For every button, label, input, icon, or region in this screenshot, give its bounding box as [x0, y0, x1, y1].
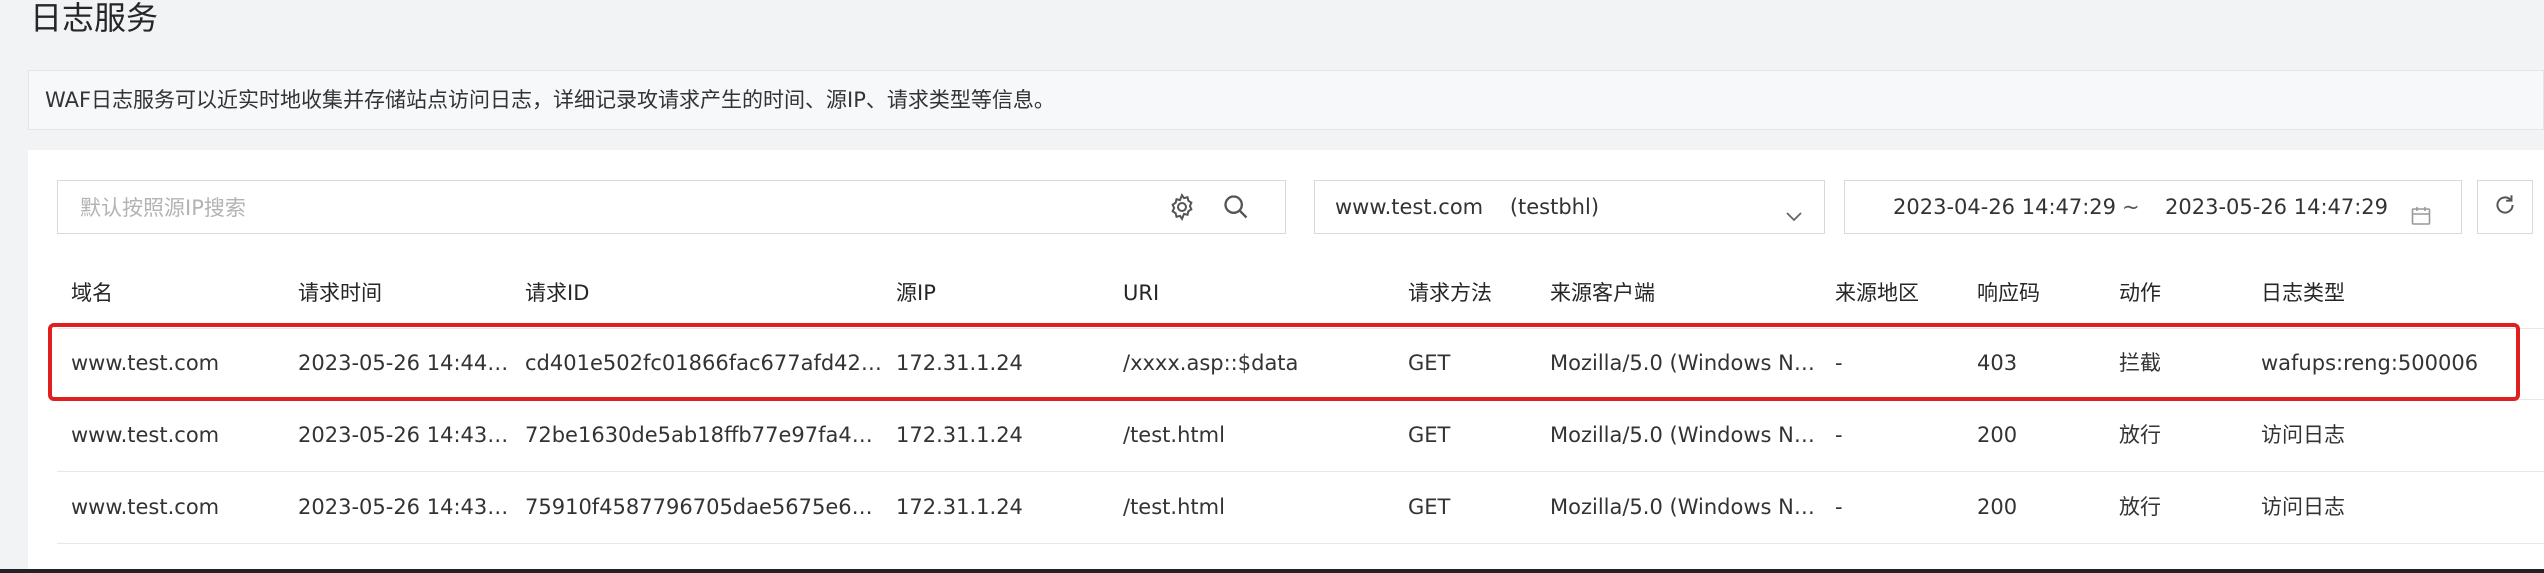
- cell-status-code: 403: [1977, 351, 2018, 375]
- cell-source-ip: 172.31.1.24: [896, 423, 1023, 447]
- column-header-domain: 域名: [71, 281, 113, 305]
- date-start[interactable]: 2023-04-26 14:47:29: [1893, 181, 2116, 233]
- column-header-uri: URI: [1123, 281, 1160, 305]
- table-header: 域名 请求时间 请求ID 源IP URI 请求方法 来源客户端 来源地区 响应码…: [57, 258, 2544, 329]
- info-banner-text: WAF日志服务可以近实时地收集并存储站点访问日志，详细记录攻请求产生的时间、源I…: [45, 88, 1055, 112]
- column-header-log-type: 日志类型: [2261, 281, 2345, 305]
- table-row[interactable]: www.test.com 2023-05-26 14:43:37 72be163…: [57, 400, 2544, 472]
- cell-client: Mozilla/5.0 (Windows NT…: [1550, 495, 1825, 519]
- refresh-button[interactable]: [2477, 180, 2533, 234]
- page-title: 日志服务: [30, 0, 159, 37]
- date-separator: ~: [2122, 195, 2140, 219]
- cell-request-id: 75910f4587796705dae5675e614…: [525, 495, 885, 519]
- table-row[interactable]: www.test.com 2023-05-26 14:43:23 75910f4…: [57, 472, 2544, 544]
- domain-select-value: www.test.com (testbhl): [1335, 195, 1600, 219]
- calendar-icon[interactable]: [2409, 195, 2433, 247]
- column-header-source-ip: 源IP: [896, 281, 936, 305]
- cell-client: Mozilla/5.0 (Windows NT…: [1550, 351, 1825, 375]
- refresh-icon: [2492, 192, 2518, 222]
- info-banner: WAF日志服务可以近实时地收集并存储站点访问日志，详细记录攻请求产生的时间、源I…: [28, 70, 2544, 130]
- cell-method: GET: [1408, 423, 1451, 447]
- cell-method: GET: [1408, 495, 1451, 519]
- cell-log-type: 访问日志: [2261, 495, 2345, 519]
- column-header-request-time: 请求时间: [298, 281, 382, 305]
- cell-region: -: [1835, 351, 1843, 375]
- cell-uri: /xxxx.asp::$data: [1123, 351, 1299, 375]
- cell-request-time: 2023-05-26 14:44:54: [298, 351, 513, 375]
- column-header-action: 动作: [2119, 281, 2161, 305]
- cell-client: Mozilla/5.0 (Windows NT…: [1550, 423, 1825, 447]
- column-header-method: 请求方法: [1408, 281, 1492, 305]
- gear-icon[interactable]: [1164, 189, 1200, 225]
- cell-request-id: 72be1630de5ab18ffb77e97fa4e9…: [525, 423, 885, 447]
- search-box: [57, 180, 1286, 234]
- cell-source-ip: 172.31.1.24: [896, 351, 1023, 375]
- cell-region: -: [1835, 495, 1843, 519]
- cell-domain: www.test.com: [71, 495, 220, 519]
- cell-domain: www.test.com: [71, 423, 220, 447]
- search-icon[interactable]: [1218, 189, 1254, 225]
- cell-status-code: 200: [1977, 423, 2018, 447]
- cell-action: 拦截: [2119, 351, 2161, 375]
- table-row[interactable]: www.test.com 2023-05-26 14:44:54 cd401e5…: [57, 328, 2544, 400]
- column-header-status-code: 响应码: [1977, 281, 2040, 305]
- cell-action: 放行: [2119, 495, 2161, 519]
- cell-request-time: 2023-05-26 14:43:23: [298, 495, 513, 519]
- cell-domain: www.test.com: [71, 351, 220, 375]
- column-header-client: 来源客户端: [1550, 281, 1655, 305]
- cell-status-code: 200: [1977, 495, 2018, 519]
- search-input[interactable]: [78, 191, 1162, 225]
- cell-request-time: 2023-05-26 14:43:37: [298, 423, 513, 447]
- chevron-down-icon: [1782, 195, 1806, 247]
- cell-log-type: wafups:reng:500006: [2261, 351, 2479, 375]
- domain-select[interactable]: www.test.com (testbhl): [1314, 180, 1825, 234]
- cell-source-ip: 172.31.1.24: [896, 495, 1023, 519]
- bottom-divider: [0, 569, 2544, 573]
- column-header-region: 来源地区: [1835, 281, 1919, 305]
- column-header-request-id: 请求ID: [525, 281, 590, 305]
- cell-method: GET: [1408, 351, 1451, 375]
- cell-request-id: cd401e502fc01866fac677afd429b…: [525, 351, 885, 375]
- date-end[interactable]: 2023-05-26 14:47:29: [2165, 181, 2388, 233]
- date-range-picker[interactable]: 2023-04-26 14:47:29 ~ 2023-05-26 14:47:2…: [1844, 180, 2462, 234]
- cell-log-type: 访问日志: [2261, 423, 2345, 447]
- cell-region: -: [1835, 423, 1843, 447]
- cell-uri: /test.html: [1123, 495, 1225, 519]
- cell-uri: /test.html: [1123, 423, 1225, 447]
- cell-action: 放行: [2119, 423, 2161, 447]
